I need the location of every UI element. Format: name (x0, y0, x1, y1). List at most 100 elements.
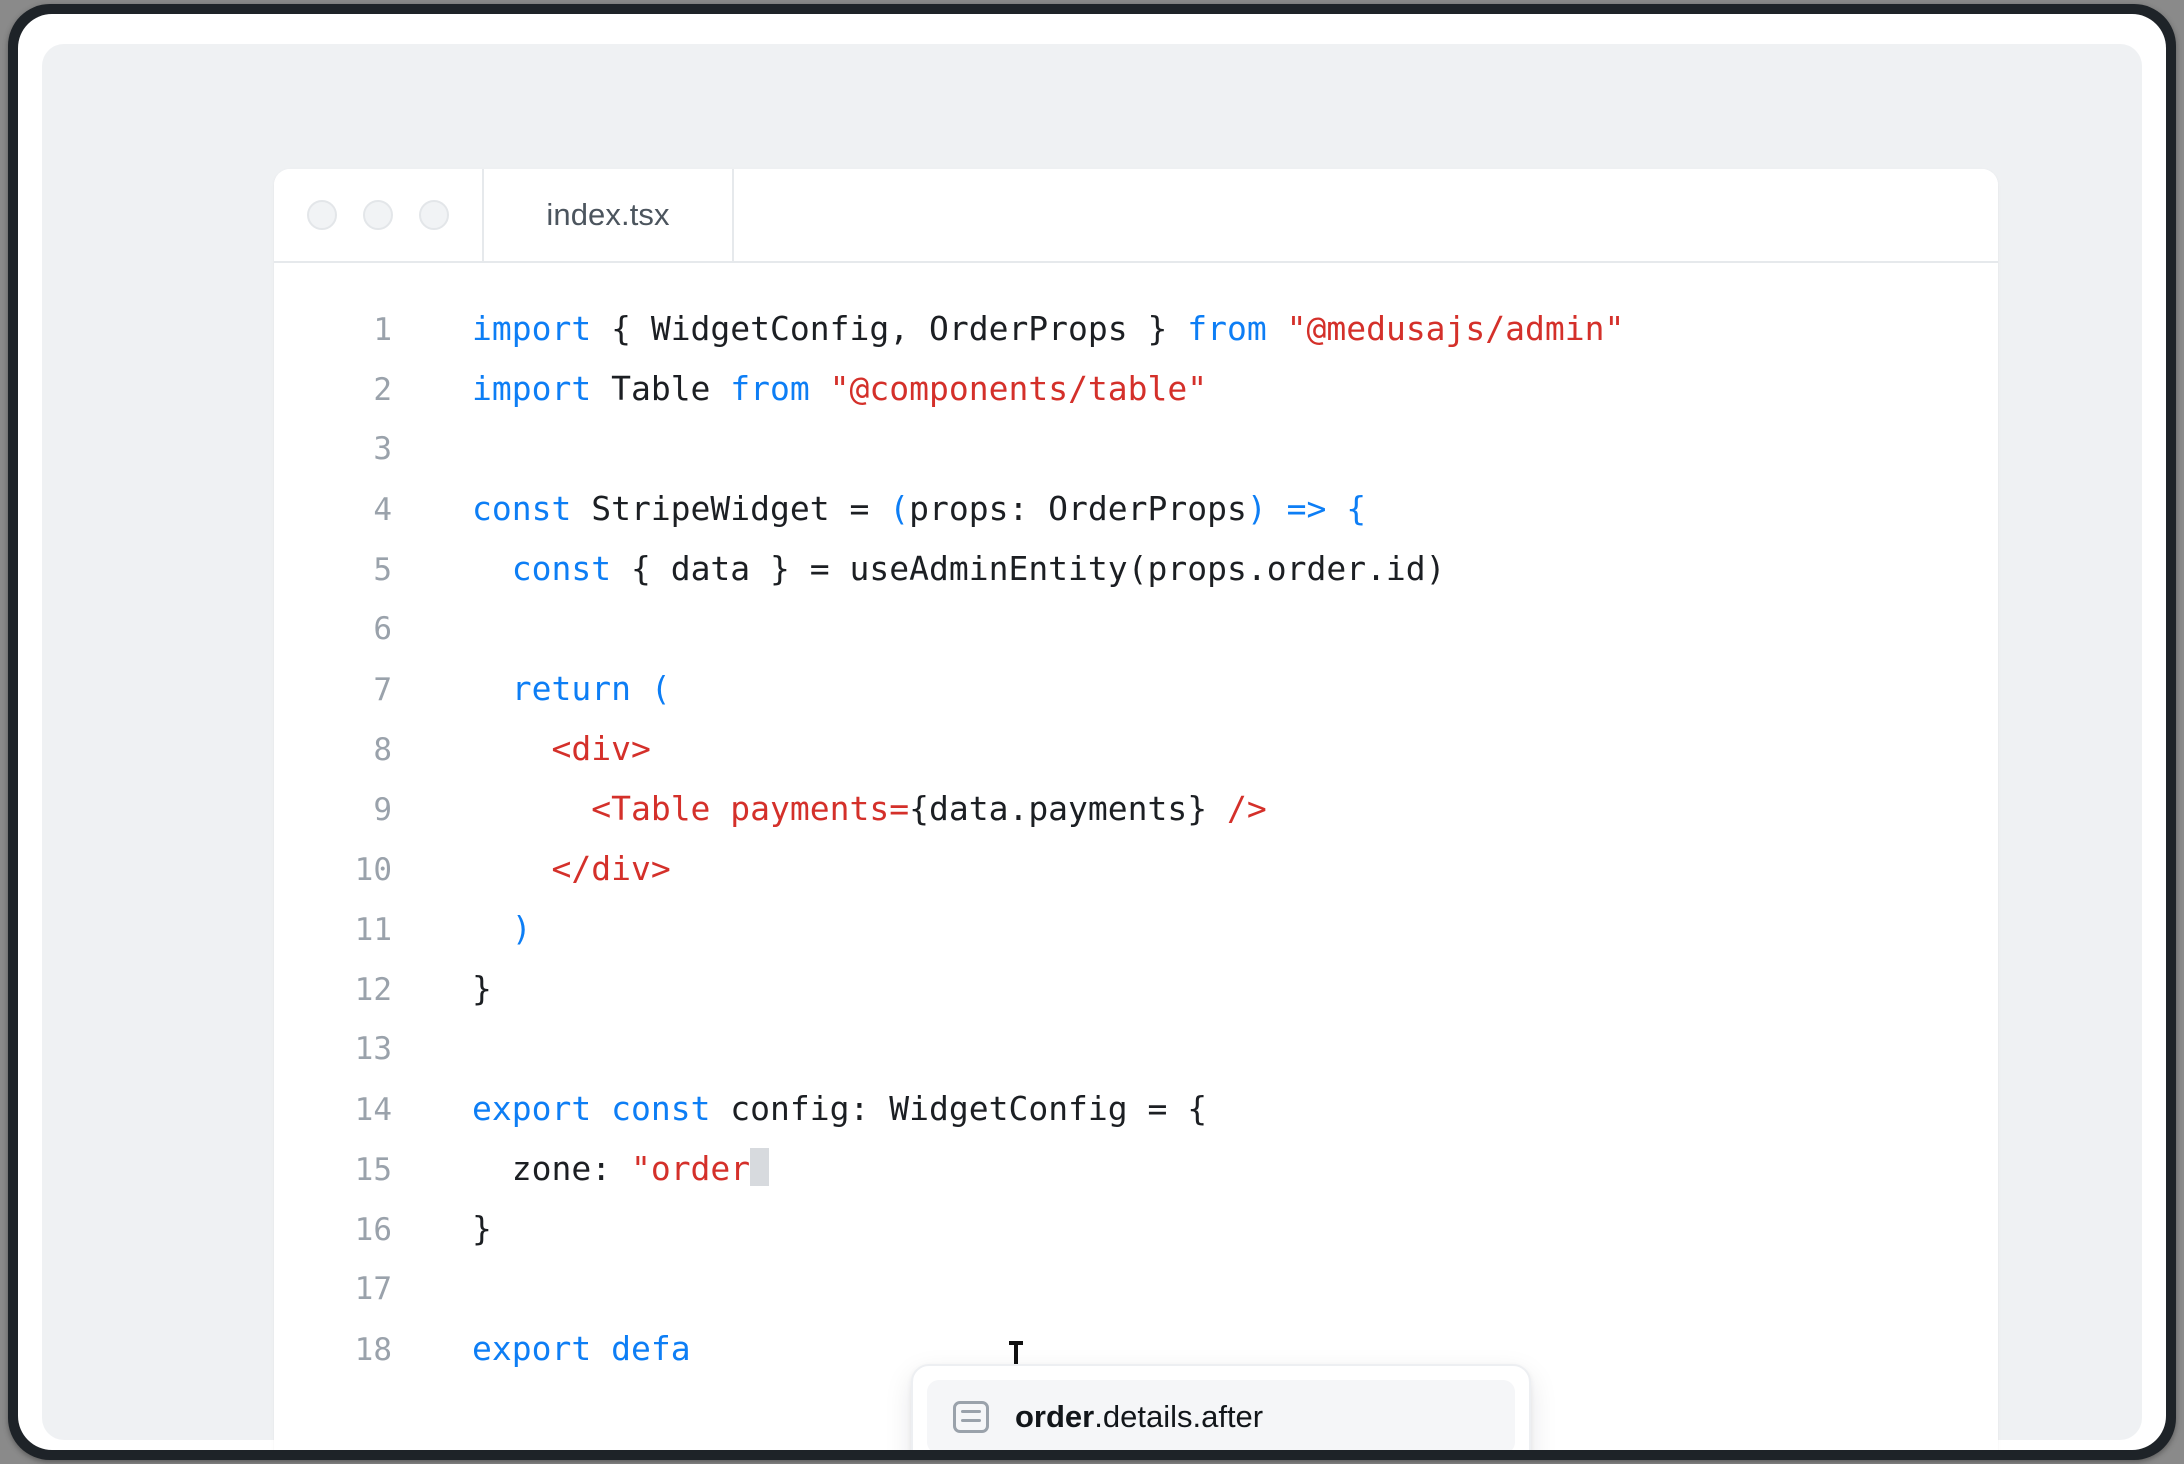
code-token: from (730, 369, 810, 408)
snippet-icon (953, 1401, 989, 1433)
code-line[interactable]: 7 return ( (274, 659, 1998, 719)
code-line[interactable]: 9 <Table payments={data.payments} /> (274, 779, 1998, 839)
code-line-text: <Table payments={data.payments} /> (414, 779, 1267, 839)
code-token: "@medusajs/admin" (1286, 309, 1625, 348)
code-editor-content[interactable]: 1 import { WidgetConfig, OrderProps } fro… (274, 263, 1998, 1393)
line-number: 15 (354, 1152, 392, 1188)
code-line[interactable]: 10 </div> (274, 839, 1998, 899)
device-bezel: index.tsx 1 import { WidgetConfig, OrderP… (8, 4, 2176, 1460)
autocomplete-item[interactable]: order.details.after (927, 1380, 1515, 1450)
code-line-text: } (414, 959, 492, 1019)
code-token: <Table payments= (591, 789, 910, 828)
code-token: import (472, 369, 592, 408)
code-line-text: <div> (414, 719, 651, 779)
line-number: 1 (373, 312, 392, 348)
code-token: from (1187, 309, 1267, 348)
line-number: 12 (354, 972, 392, 1008)
tab-label: index.tsx (546, 197, 670, 232)
line-number: 7 (373, 672, 392, 708)
code-line[interactable]: 5 const { data } = useAdminEntity(props.… (274, 539, 1998, 599)
code-token: import (472, 309, 592, 348)
workspace-panel: index.tsx 1 import { WidgetConfig, OrderP… (42, 44, 2142, 1450)
code-token: ( (889, 489, 910, 528)
code-token: return (511, 669, 631, 708)
editor-tab-bar: index.tsx (274, 169, 1998, 263)
line-number: 4 (373, 492, 392, 528)
code-token: defa (611, 1329, 691, 1368)
code-token: { (1346, 489, 1367, 528)
code-line[interactable]: 3 (274, 419, 1998, 479)
code-line-text: zone: "order (414, 1139, 770, 1199)
code-token: ( (650, 669, 671, 708)
line-number: 18 (354, 1332, 392, 1368)
code-line-text: </div> (414, 839, 671, 899)
line-number: 10 (354, 852, 392, 888)
code-token: props: OrderProps (909, 489, 1247, 528)
line-number: 6 (373, 611, 392, 647)
code-editor-window: index.tsx 1 import { WidgetConfig, OrderP… (274, 169, 1998, 1450)
window-controls (274, 169, 484, 261)
code-line[interactable]: 8 <div> (274, 719, 1998, 779)
code-token: <div> (551, 729, 651, 768)
line-number: 8 (373, 732, 392, 768)
code-token: /> (1227, 789, 1267, 828)
text-caret (750, 1148, 770, 1186)
minimize-dot-icon[interactable] (363, 200, 393, 230)
code-line[interactable]: 14 export const config: WidgetConfig = { (274, 1079, 1998, 1139)
code-token: </div> (551, 849, 671, 888)
code-line-text: export const config: WidgetConfig = { (414, 1079, 1207, 1139)
line-number: 13 (354, 1031, 392, 1067)
tab-bar-empty-space (734, 169, 1998, 261)
autocomplete-dropdown[interactable]: order.details.afterorder.details.beforeo… (911, 1364, 1531, 1450)
code-token: { WidgetConfig, OrderProps } (591, 309, 1188, 348)
tab-index-tsx[interactable]: index.tsx (484, 169, 734, 261)
code-line[interactable]: 11 ) (274, 899, 1998, 959)
code-line[interactable]: 6 (274, 599, 1998, 659)
code-line[interactable]: 16} (274, 1199, 1998, 1259)
code-line-text: ) (414, 899, 532, 959)
code-token: export (472, 1329, 592, 1368)
code-token: {data.payments} (909, 789, 1208, 828)
close-dot-icon[interactable] (307, 200, 337, 230)
autocomplete-item-label: order.details.after (1015, 1399, 1263, 1435)
code-line[interactable]: 12} (274, 959, 1998, 1019)
maximize-dot-icon[interactable] (419, 200, 449, 230)
code-line[interactable]: 2 import Table from "@components/table" (274, 359, 1998, 419)
autocomplete-match-prefix: order (1015, 1399, 1095, 1434)
code-token: config: WidgetConfig = { (710, 1089, 1208, 1128)
autocomplete-item-suffix: .details.after (1094, 1399, 1264, 1434)
code-line-text: } (414, 1199, 492, 1259)
line-number: 2 (373, 372, 392, 408)
code-line-text: import { WidgetConfig, OrderProps } from… (414, 299, 1624, 359)
device-screen: index.tsx 1 import { WidgetConfig, OrderP… (18, 14, 2166, 1450)
code-line[interactable]: 1 import { WidgetConfig, OrderProps } fro… (274, 299, 1998, 359)
code-line[interactable]: 17 (274, 1259, 1998, 1319)
code-line[interactable]: 13 (274, 1019, 1998, 1079)
line-number: 5 (373, 552, 392, 588)
code-token: StripeWidget = (571, 489, 890, 528)
code-token: "@components/table" (829, 369, 1208, 408)
code-line-text: const { data } = useAdminEntity(props.or… (414, 539, 1446, 599)
code-token: zone: (472, 1149, 631, 1188)
code-line[interactable]: 4 const StripeWidget = (props: OrderProps… (274, 479, 1998, 539)
line-number: 14 (354, 1092, 392, 1128)
line-number: 9 (373, 792, 392, 828)
code-token: Table (591, 369, 731, 408)
code-token: { data } = useAdminEntity(props.order.id… (611, 549, 1446, 588)
code-token: "order (630, 1149, 751, 1188)
code-token: ) (1246, 489, 1267, 528)
code-line-text: const StripeWidget = (props: OrderProps)… (414, 479, 1366, 539)
line-number: 3 (373, 431, 392, 467)
code-token: const (472, 489, 572, 528)
code-line[interactable]: 15 zone: "order (274, 1139, 1998, 1199)
code-token: => (1286, 489, 1327, 528)
